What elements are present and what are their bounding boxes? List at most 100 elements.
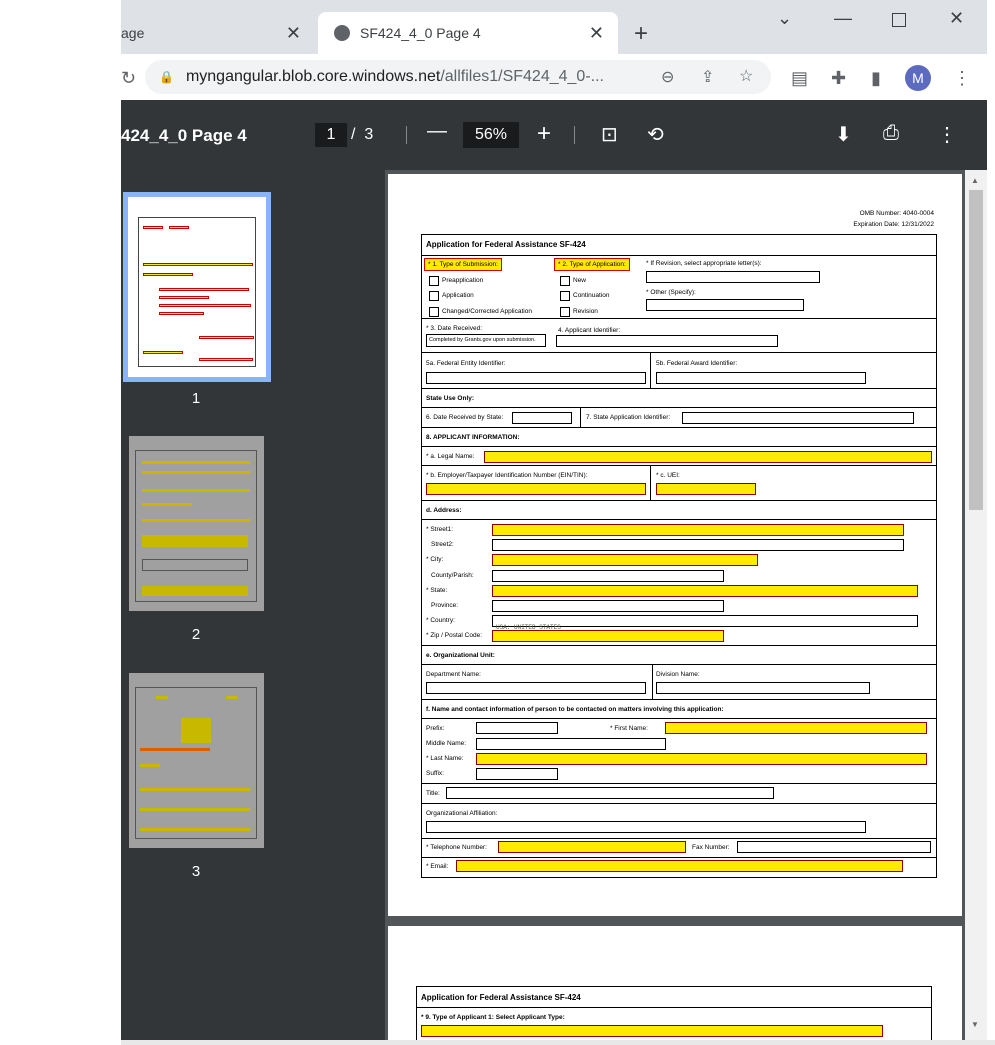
window-close-button[interactable]: ✕ [949, 8, 964, 29]
date-received-state-field[interactable] [512, 412, 572, 424]
applicant-type-field[interactable] [421, 1025, 883, 1037]
maximize-button[interactable] [892, 13, 906, 27]
chevron-down-icon[interactable]: ⌄ [777, 8, 792, 29]
email-field[interactable] [456, 860, 903, 872]
ein-field[interactable] [426, 483, 646, 495]
application-checkbox[interactable] [429, 291, 439, 301]
street2-field[interactable] [492, 539, 904, 551]
avatar[interactable]: M [905, 65, 931, 91]
browser-tab-inactive[interactable]: age ✕ [121, 12, 317, 54]
url-host: myngangular.blob.core.windows.net [185, 68, 441, 85]
thumbnail-page-1[interactable] [123, 192, 271, 382]
legal-name-field[interactable] [484, 451, 932, 463]
uei-field[interactable] [656, 483, 756, 495]
thumbnail-page-3[interactable] [129, 673, 264, 848]
zip-field[interactable] [492, 630, 724, 642]
new-checkbox[interactable] [560, 276, 570, 286]
close-icon[interactable]: ✕ [286, 23, 301, 44]
divider [422, 664, 936, 665]
divider [422, 388, 936, 389]
fax-field[interactable] [737, 841, 931, 853]
reload-icon[interactable]: ↻ [121, 68, 136, 89]
print-icon[interactable]: ⎙ [883, 122, 899, 145]
first-name-field[interactable] [665, 722, 927, 734]
thumbnail-label: 1 [191, 390, 201, 407]
sf424-form-page2: Application for Federal Assistance SF-42… [416, 986, 932, 1040]
middle-name-field[interactable] [476, 738, 666, 750]
star-icon[interactable]: ☆ [739, 66, 753, 86]
scroll-down-icon[interactable]: ▼ [971, 1020, 979, 1029]
pdf-viewer[interactable]: OMB Number: 4040-0004 Expiration Date: 1… [385, 170, 965, 1040]
share-icon[interactable]: ⇪ [701, 67, 714, 87]
sidebar-icon[interactable]: ▮ [871, 68, 881, 89]
divider [422, 645, 936, 646]
thumbnail-page-2[interactable] [129, 436, 264, 611]
preapplication-checkbox[interactable] [429, 276, 439, 286]
telephone-field[interactable] [498, 841, 686, 853]
zoom-level-input[interactable]: 56% [463, 122, 519, 148]
divider [422, 783, 936, 784]
more-vert-icon[interactable]: ⋮ [937, 122, 957, 147]
continuation-checkbox[interactable] [560, 291, 570, 301]
address-bar[interactable]: 🔒 myngangular.blob.core.windows.net/allf… [145, 60, 771, 94]
middle-name-label: Middle Name: [426, 740, 467, 747]
suffix-field[interactable] [476, 768, 558, 780]
state-app-id-label: 7. State Application Identifier: [586, 414, 671, 421]
page-number-input[interactable]: 1 [315, 123, 347, 147]
department-field[interactable] [426, 682, 646, 694]
tab-title: SF424_4_0 Page 4 [360, 25, 481, 41]
applicant-identifier-field[interactable] [556, 335, 778, 347]
more-vert-icon[interactable]: ⋮ [953, 68, 971, 89]
download-icon[interactable]: ⬇ [835, 122, 852, 147]
zoom-out-icon[interactable]: ⊖ [661, 67, 674, 87]
scrollbar-thumb[interactable] [969, 190, 983, 510]
federal-entity-id-label: 5a. Federal Entity Identifier: [426, 360, 506, 367]
close-icon[interactable]: ✕ [589, 23, 604, 44]
pdf-page-1: OMB Number: 4040-0004 Expiration Date: 1… [388, 174, 962, 916]
prefix-field[interactable] [476, 722, 558, 734]
country-label: * Country: [426, 617, 455, 624]
title-field[interactable] [446, 787, 774, 799]
state-app-id-field[interactable] [682, 412, 914, 424]
divider [406, 126, 407, 144]
zip-label: * Zip / Postal Code: [426, 632, 482, 639]
tab-title: age [121, 25, 145, 41]
department-label: Department Name: [426, 671, 481, 678]
checkbox-label: Continuation [573, 292, 610, 299]
changed-corrected-checkbox[interactable] [429, 307, 439, 317]
divider [422, 803, 936, 804]
divider [422, 427, 936, 428]
fit-page-icon[interactable]: ⊡ [601, 122, 618, 147]
suffix-label: Suffix: [426, 770, 444, 777]
org-unit-label: e. Organizational Unit: [426, 652, 495, 659]
last-name-field[interactable] [476, 753, 927, 765]
minimize-button[interactable]: — [834, 8, 852, 29]
org-affiliation-field[interactable] [426, 821, 866, 833]
new-tab-button[interactable]: + [634, 20, 648, 48]
zoom-out-button[interactable]: — [427, 120, 447, 143]
legal-name-label: * a. Legal Name: [426, 453, 475, 460]
street1-field[interactable] [492, 524, 904, 536]
federal-entity-id-field[interactable] [426, 372, 646, 384]
scrollbar[interactable]: ▲ ▼ [965, 170, 987, 1040]
country-field[interactable]: USA: UNITED STATES [492, 615, 918, 631]
ein-label: * b. Employer/Taxpayer Identification Nu… [426, 472, 588, 479]
revision-checkbox[interactable] [560, 307, 570, 317]
scroll-up-icon[interactable]: ▲ [971, 176, 979, 185]
federal-award-id-field[interactable] [656, 372, 866, 384]
province-field[interactable] [492, 600, 724, 612]
other-specify-field[interactable] [646, 299, 804, 311]
browser-tab-active[interactable]: SF424_4_0 Page 4 ✕ [318, 12, 618, 54]
city-field[interactable] [492, 554, 758, 566]
divider [650, 352, 651, 388]
rotate-icon[interactable]: ⟲ [647, 122, 664, 147]
county-field[interactable] [492, 570, 724, 582]
applicant-info-label: 8. APPLICANT INFORMATION: [426, 434, 520, 441]
state-field[interactable] [492, 585, 918, 597]
revision-field[interactable] [646, 271, 820, 283]
divider [422, 718, 936, 719]
zoom-in-button[interactable]: + [537, 120, 551, 148]
division-field[interactable] [656, 682, 870, 694]
puzzle-icon[interactable]: ✚ [831, 68, 846, 89]
pdf-extension-icon[interactable]: ▤ [791, 68, 808, 89]
